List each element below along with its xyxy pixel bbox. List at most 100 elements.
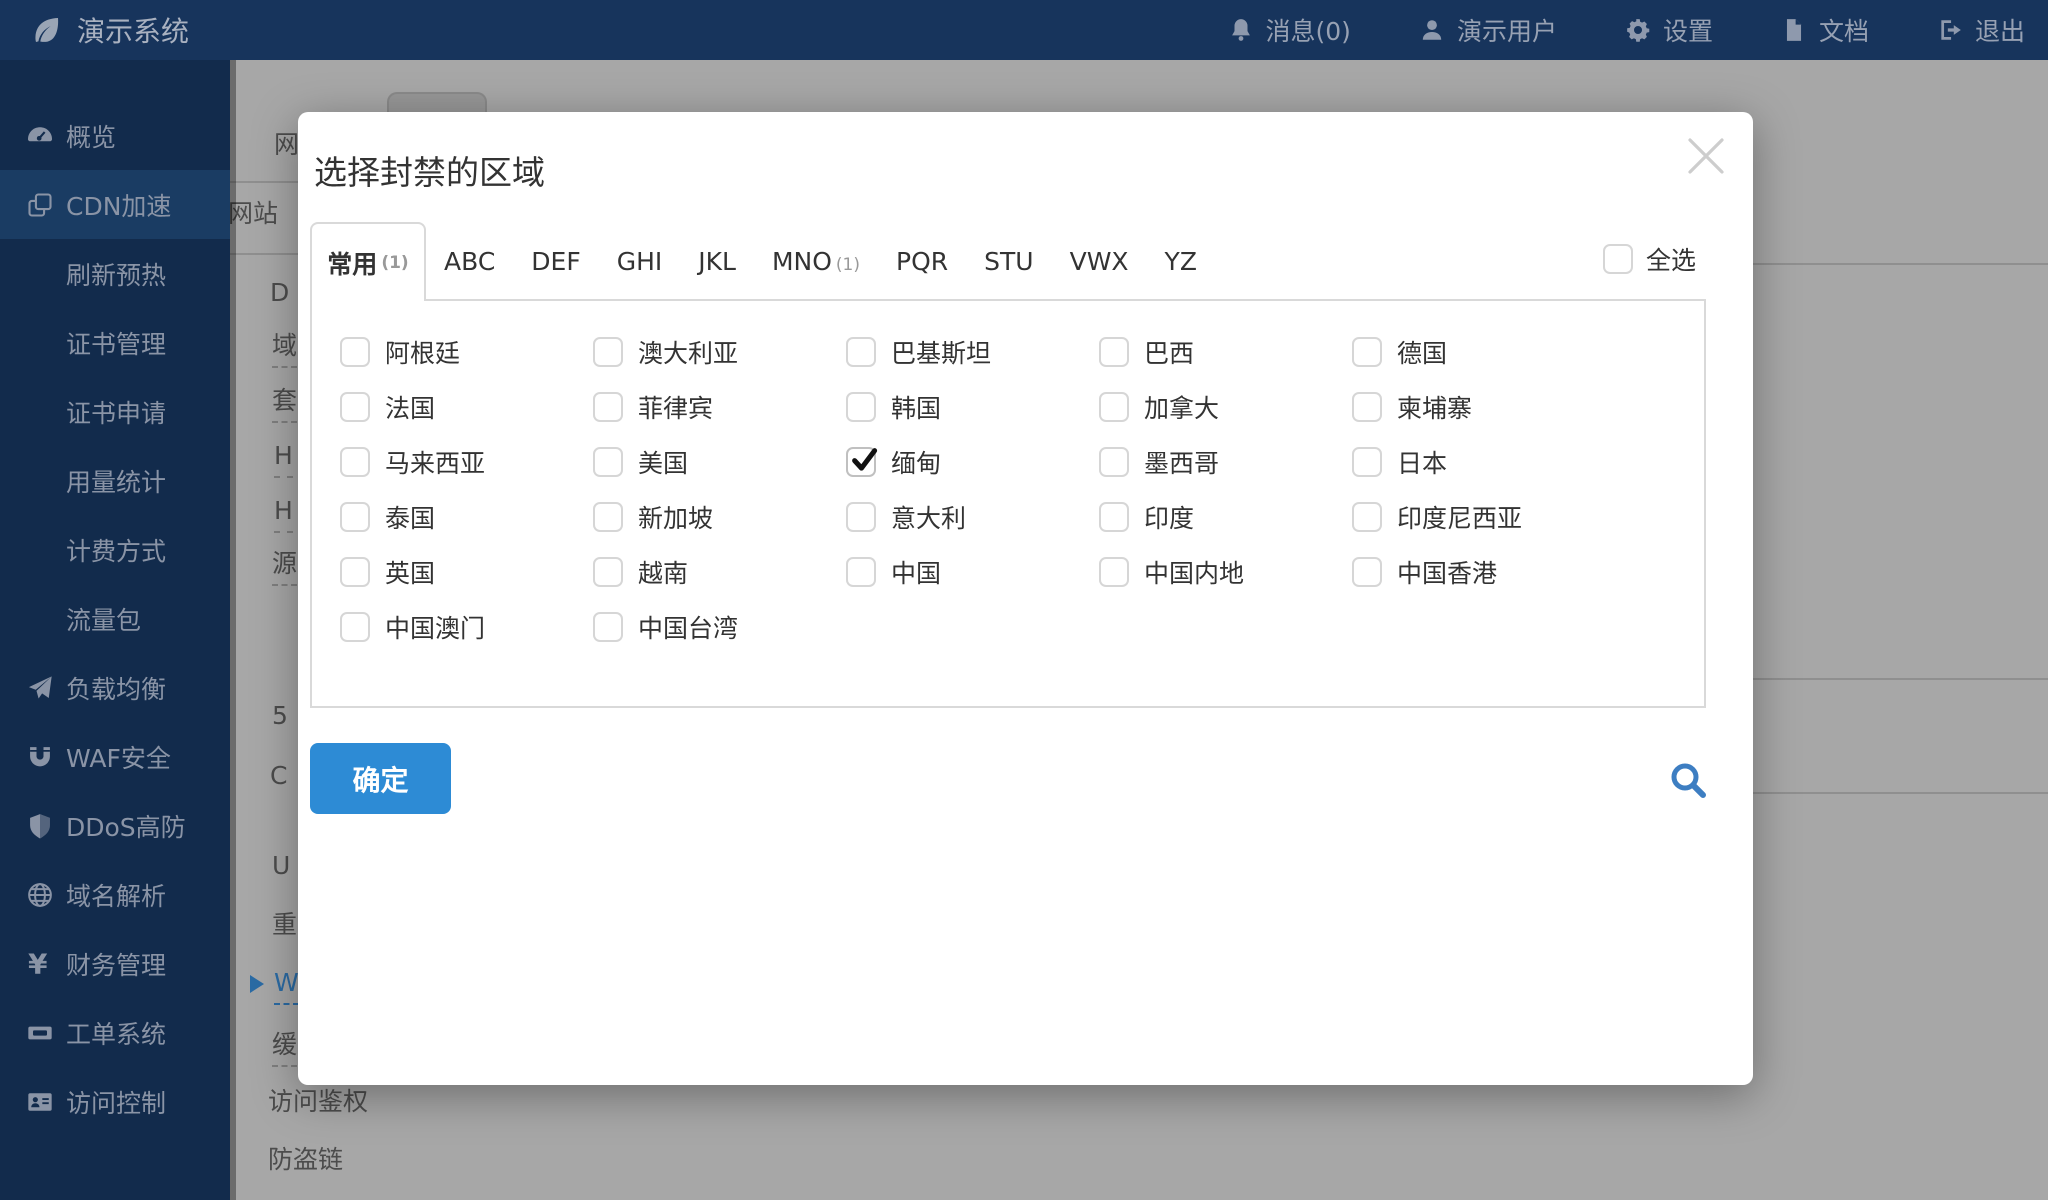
region-option-印度尼西亚[interactable]: 印度尼西亚 [1352, 489, 1605, 544]
sidebar-item-globe-11[interactable]: 域名解析 [0, 860, 230, 929]
region-option-中国澳门[interactable]: 中国澳门 [340, 599, 593, 654]
globe-icon [26, 881, 54, 909]
region-label: 美国 [638, 444, 688, 480]
checkbox-unchecked[interactable] [1352, 447, 1382, 477]
checkbox-unchecked[interactable] [846, 337, 876, 367]
checkbox-unchecked[interactable] [846, 392, 876, 422]
sidebar-item-sub-6[interactable]: 计费方式 [0, 515, 230, 584]
sidebar-item-sub-3[interactable]: 证书管理 [0, 308, 230, 377]
navbar-item-user[interactable]: 演示用户 [1419, 12, 1557, 48]
region-option-墨西哥[interactable]: 墨西哥 [1099, 434, 1352, 489]
confirm-button[interactable]: 确定 [310, 743, 451, 814]
region-option-越南[interactable]: 越南 [593, 544, 846, 599]
region-option-中国内地[interactable]: 中国内地 [1099, 544, 1352, 599]
checkbox-unchecked[interactable] [340, 502, 370, 532]
checkbox-unchecked[interactable] [340, 337, 370, 367]
checkbox-checked[interactable] [846, 447, 876, 477]
region-option-意大利[interactable]: 意大利 [846, 489, 1099, 544]
checkbox-unchecked[interactable] [593, 447, 623, 477]
tab-JKL[interactable]: JKL [680, 247, 754, 276]
region-label: 中国内地 [1144, 554, 1244, 590]
region-option-英国[interactable]: 英国 [340, 544, 593, 599]
checkbox-unchecked[interactable] [1099, 557, 1129, 587]
sidebar-item-paper-plane-8[interactable]: 负载均衡 [0, 653, 230, 722]
region-option-德国[interactable]: 德国 [1352, 324, 1605, 379]
checkbox-unchecked[interactable] [1099, 337, 1129, 367]
region-option-加拿大[interactable]: 加拿大 [1099, 379, 1352, 434]
sidebar-item-sub-7[interactable]: 流量包 [0, 584, 230, 653]
checkbox-unchecked[interactable] [1099, 392, 1129, 422]
sidebar-item-ticket-13[interactable]: 工单系统 [0, 998, 230, 1067]
tab-STU[interactable]: STU [966, 247, 1051, 276]
tab-VWX[interactable]: VWX [1052, 247, 1147, 276]
background-divider [230, 253, 298, 255]
tab-常用[interactable]: 常用(1) [310, 222, 426, 301]
leaf-icon [30, 14, 62, 46]
region-option-中国香港[interactable]: 中国香港 [1352, 544, 1605, 599]
search-button[interactable] [1666, 758, 1712, 804]
navbar-item-file[interactable]: 文档 [1781, 12, 1869, 48]
region-option-菲律宾[interactable]: 菲律宾 [593, 379, 846, 434]
tab-label: VWX [1070, 247, 1129, 276]
region-option-新加坡[interactable]: 新加坡 [593, 489, 846, 544]
tab-MNO[interactable]: MNO(1) [754, 247, 878, 276]
checkbox-unchecked[interactable] [340, 447, 370, 477]
sidebar-item-id-card-14[interactable]: 访问控制 [0, 1067, 230, 1136]
close-button[interactable] [1676, 126, 1736, 186]
region-option-巴西[interactable]: 巴西 [1099, 324, 1352, 379]
region-option-美国[interactable]: 美国 [593, 434, 846, 489]
select-all-control[interactable]: 全选 [1603, 241, 1696, 277]
sidebar-item-yen-12[interactable]: ¥财务管理 [0, 929, 230, 998]
checkbox-unchecked[interactable] [1099, 447, 1129, 477]
tab-DEF[interactable]: DEF [513, 247, 598, 276]
sidebar-item-sub-5[interactable]: 用量统计 [0, 446, 230, 515]
checkbox-unchecked[interactable] [1352, 502, 1382, 532]
sidebar-item-gauge-0[interactable]: 概览 [0, 101, 230, 170]
checkbox-unchecked[interactable] [1352, 557, 1382, 587]
region-option-澳大利亚[interactable]: 澳大利亚 [593, 324, 846, 379]
region-option-马来西亚[interactable]: 马来西亚 [340, 434, 593, 489]
checkbox-unchecked[interactable] [593, 612, 623, 642]
region-option-柬埔寨[interactable]: 柬埔寨 [1352, 379, 1605, 434]
checkbox-unchecked[interactable] [1352, 392, 1382, 422]
select-all-checkbox[interactable] [1603, 244, 1633, 274]
region-label: 缅甸 [891, 444, 941, 480]
region-option-阿根廷[interactable]: 阿根廷 [340, 324, 593, 379]
checkbox-unchecked[interactable] [593, 392, 623, 422]
sidebar-item-magnet-9[interactable]: WAF安全 [0, 722, 230, 791]
region-option-韩国[interactable]: 韩国 [846, 379, 1099, 434]
checkbox-unchecked[interactable] [340, 612, 370, 642]
navbar-item-sign-out[interactable]: 退出 [1937, 12, 2025, 48]
region-option-印度[interactable]: 印度 [1099, 489, 1352, 544]
brand[interactable]: 演示系统 [0, 10, 189, 50]
gear-icon [1625, 17, 1651, 43]
region-option-泰国[interactable]: 泰国 [340, 489, 593, 544]
sidebar-item-copy-1[interactable]: CDN加速 [0, 170, 230, 239]
region-option-巴基斯坦[interactable]: 巴基斯坦 [846, 324, 1099, 379]
checkbox-unchecked[interactable] [1352, 337, 1382, 367]
checkbox-unchecked[interactable] [593, 337, 623, 367]
checkbox-unchecked[interactable] [846, 502, 876, 532]
region-option-日本[interactable]: 日本 [1352, 434, 1605, 489]
tab-GHI[interactable]: GHI [599, 247, 681, 276]
region-option-缅甸[interactable]: 缅甸 [846, 434, 1099, 489]
region-option-中国台湾[interactable]: 中国台湾 [593, 599, 846, 654]
tab-PQR[interactable]: PQR [878, 247, 966, 276]
checkbox-unchecked[interactable] [340, 557, 370, 587]
checkbox-unchecked[interactable] [593, 557, 623, 587]
checkbox-unchecked[interactable] [846, 557, 876, 587]
checkbox-unchecked[interactable] [593, 502, 623, 532]
navbar-item-gear[interactable]: 设置 [1625, 12, 1713, 48]
sidebar-item-shield-10[interactable]: DDoS高防 [0, 791, 230, 860]
tab-YZ[interactable]: YZ [1147, 247, 1215, 276]
sidebar-item-sub-2[interactable]: 刷新预热 [0, 239, 230, 308]
navbar-item-bell[interactable]: 消息(0) [1228, 12, 1351, 48]
region-option-中国[interactable]: 中国 [846, 544, 1099, 599]
letter-tabs: 常用(1)ABCDEFGHIJKLMNO(1)PQRSTU VWX YZ [310, 222, 1215, 301]
checkbox-unchecked[interactable] [340, 392, 370, 422]
checkbox-unchecked[interactable] [1099, 502, 1129, 532]
tab-ABC[interactable]: ABC [426, 247, 513, 276]
sidebar-item-sub-4[interactable]: 证书申请 [0, 377, 230, 446]
region-option-法国[interactable]: 法国 [340, 379, 593, 434]
modal-title: 选择封禁的区域 [314, 146, 545, 194]
